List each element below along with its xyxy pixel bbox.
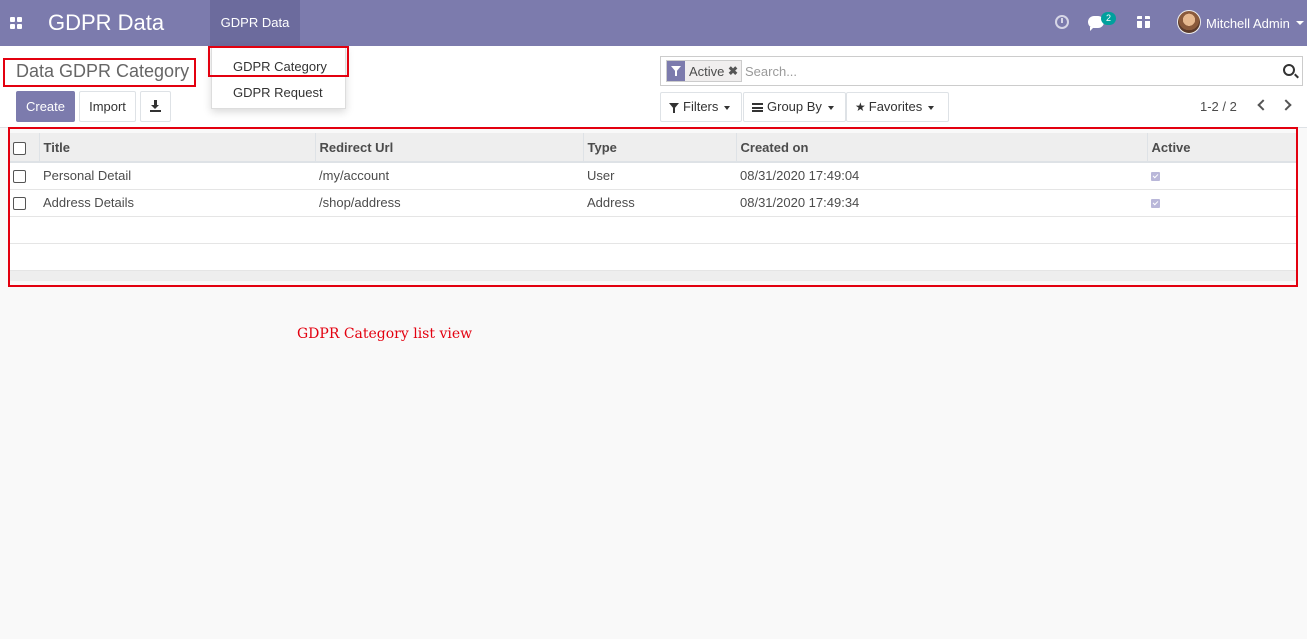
column-header-title[interactable]: Title <box>38 133 315 162</box>
column-header-active[interactable]: Active <box>1146 133 1297 162</box>
filters-button[interactable]: Filters <box>660 92 742 122</box>
import-button[interactable]: Import <box>79 91 136 122</box>
group-by-bars-icon <box>752 103 763 113</box>
breadcrumb: Data GDPR Category <box>16 61 190 81</box>
group-by-label: Group By <box>767 99 822 114</box>
favorites-label: Favorites <box>868 99 923 114</box>
pager-value[interactable]: 1-2 / 2 <box>1200 99 1237 114</box>
filter-icon <box>669 102 679 113</box>
row-checkbox[interactable] <box>13 197 26 211</box>
cell-type[interactable]: User <box>583 162 736 189</box>
top-navbar: GDPR Data GDPR Data 2 Mitchell Admin <box>0 0 1307 46</box>
cell-active <box>1147 162 1297 189</box>
row-checkbox[interactable] <box>13 170 26 184</box>
menu-gdpr-data[interactable]: GDPR Data <box>210 0 300 46</box>
caret-down-icon <box>928 105 935 110</box>
column-header-created-on[interactable]: Created on <box>735 133 1147 162</box>
create-button[interactable]: Create <box>16 91 75 122</box>
column-header-redirect-url[interactable]: Redirect Url <box>314 133 583 162</box>
cell-redirect-url[interactable]: /shop/address <box>315 189 583 216</box>
caret-down-icon <box>724 105 731 110</box>
empty-row <box>9 243 1297 270</box>
column-header-type[interactable]: Type <box>582 133 736 162</box>
cell-title[interactable]: Personal Detail <box>39 162 315 189</box>
table-row[interactable]: Address Details /shop/address Address 08… <box>9 189 1297 216</box>
filter-funnel-icon <box>667 61 685 81</box>
facet-label: Active <box>689 64 725 79</box>
caret-down-icon <box>827 105 834 110</box>
menu-item-gdpr-category[interactable]: GDPR Category <box>233 59 327 74</box>
search-icon[interactable] <box>1283 64 1295 76</box>
cell-created-on[interactable]: 08/31/2020 17:49:04 <box>736 162 1147 189</box>
cell-created-on[interactable]: 08/31/2020 17:49:34 <box>736 189 1147 216</box>
gdpr-data-dropdown-menu: GDPR Category GDPR Request <box>211 46 346 109</box>
cell-redirect-url[interactable]: /my/account <box>315 162 583 189</box>
row-select-cell <box>9 162 39 189</box>
cell-title[interactable]: Address Details <box>39 189 315 216</box>
filters-label: Filters <box>683 99 719 114</box>
search-bar[interactable]: Active ✖ Search... <box>660 56 1303 86</box>
favorites-button[interactable]: ★ Favorites <box>846 92 949 122</box>
activity-clock-icon[interactable] <box>1055 15 1069 29</box>
select-all-cell <box>9 133 39 162</box>
chat-count-badge: 2 <box>1101 12 1116 25</box>
row-select-cell <box>9 189 39 216</box>
list-footer-row <box>9 270 1297 281</box>
list-header-row: Title Redirect Url Type Created on Activ… <box>9 133 1297 162</box>
empty-row <box>9 216 1297 243</box>
app-title: GDPR Data <box>48 10 165 35</box>
download-icon <box>150 100 161 112</box>
table-row[interactable]: Personal Detail /my/account User 08/31/2… <box>9 162 1297 189</box>
active-checkbox <box>1151 172 1160 182</box>
star-icon: ★ <box>855 100 866 114</box>
apps-menu-icon[interactable] <box>10 17 22 29</box>
group-by-button[interactable]: Group By <box>743 92 846 122</box>
gift-icon[interactable] <box>1136 16 1151 28</box>
download-button[interactable] <box>140 91 171 122</box>
search-input[interactable]: Search... <box>745 64 797 79</box>
facet-remove-icon[interactable]: ✖ <box>728 64 738 78</box>
cell-active <box>1147 189 1297 216</box>
active-checkbox <box>1151 199 1160 209</box>
user-menu-caret-icon[interactable] <box>1296 21 1304 25</box>
annotation-caption: GDPR Category list view <box>297 326 473 342</box>
cell-type[interactable]: Address <box>583 189 736 216</box>
user-menu-name[interactable]: Mitchell Admin <box>1206 16 1290 31</box>
gdpr-category-list: Title Redirect Url Type Created on Activ… <box>9 133 1297 281</box>
search-facet-active: Active ✖ <box>666 60 742 82</box>
user-avatar[interactable] <box>1177 10 1201 34</box>
select-all-checkbox[interactable] <box>13 141 26 155</box>
menu-item-gdpr-request[interactable]: GDPR Request <box>233 85 323 100</box>
